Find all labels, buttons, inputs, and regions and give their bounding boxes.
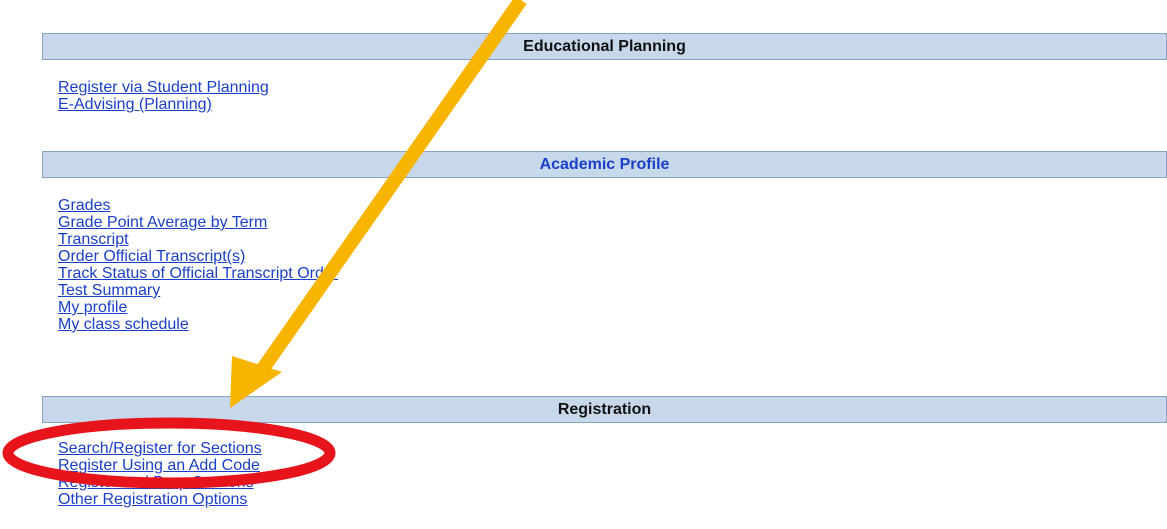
link-register-via-student-planning[interactable]: Register via Student Planning (58, 79, 269, 96)
list-item: Register and Drop Sections (58, 474, 262, 491)
link-transcript[interactable]: Transcript (58, 231, 129, 248)
list-item: Order Official Transcript(s) (58, 248, 338, 265)
list-item: Grade Point Average by Term (58, 214, 338, 231)
list-item: Transcript (58, 231, 338, 248)
link-grades[interactable]: Grades (58, 197, 110, 214)
link-my-class-schedule[interactable]: My class schedule (58, 316, 189, 333)
section-header-educational-planning: Educational Planning (42, 33, 1167, 60)
list-item: Test Summary (58, 282, 338, 299)
link-other-registration-options[interactable]: Other Registration Options (58, 491, 247, 508)
section-header-registration: Registration (42, 396, 1167, 423)
section-header-academic-profile[interactable]: Academic Profile (42, 151, 1167, 178)
academic-profile-links: Grades Grade Point Average by Term Trans… (58, 197, 338, 333)
link-order-official-transcript[interactable]: Order Official Transcript(s) (58, 248, 245, 265)
link-search-register-sections[interactable]: Search/Register for Sections (58, 440, 262, 457)
link-track-transcript-order[interactable]: Track Status of Official Transcript Orde… (58, 265, 338, 282)
list-item: Grades (58, 197, 338, 214)
link-test-summary[interactable]: Test Summary (58, 282, 160, 299)
list-item: Register Using an Add Code (58, 457, 262, 474)
list-item: Register via Student Planning (58, 79, 269, 96)
page: Educational Planning Register via Studen… (0, 0, 1167, 529)
list-item: My class schedule (58, 316, 338, 333)
list-item: Track Status of Official Transcript Orde… (58, 265, 338, 282)
link-my-profile[interactable]: My profile (58, 299, 127, 316)
list-item: My profile (58, 299, 338, 316)
link-e-advising[interactable]: E-Advising (Planning) (58, 96, 212, 113)
link-register-drop-sections[interactable]: Register and Drop Sections (58, 474, 254, 491)
link-register-add-code[interactable]: Register Using an Add Code (58, 457, 260, 474)
list-item: Search/Register for Sections (58, 440, 262, 457)
link-gpa-by-term[interactable]: Grade Point Average by Term (58, 214, 267, 231)
educational-planning-links: Register via Student Planning E-Advising… (58, 79, 269, 113)
registration-links: Search/Register for Sections Register Us… (58, 440, 262, 508)
list-item: Other Registration Options (58, 491, 262, 508)
list-item: E-Advising (Planning) (58, 96, 269, 113)
